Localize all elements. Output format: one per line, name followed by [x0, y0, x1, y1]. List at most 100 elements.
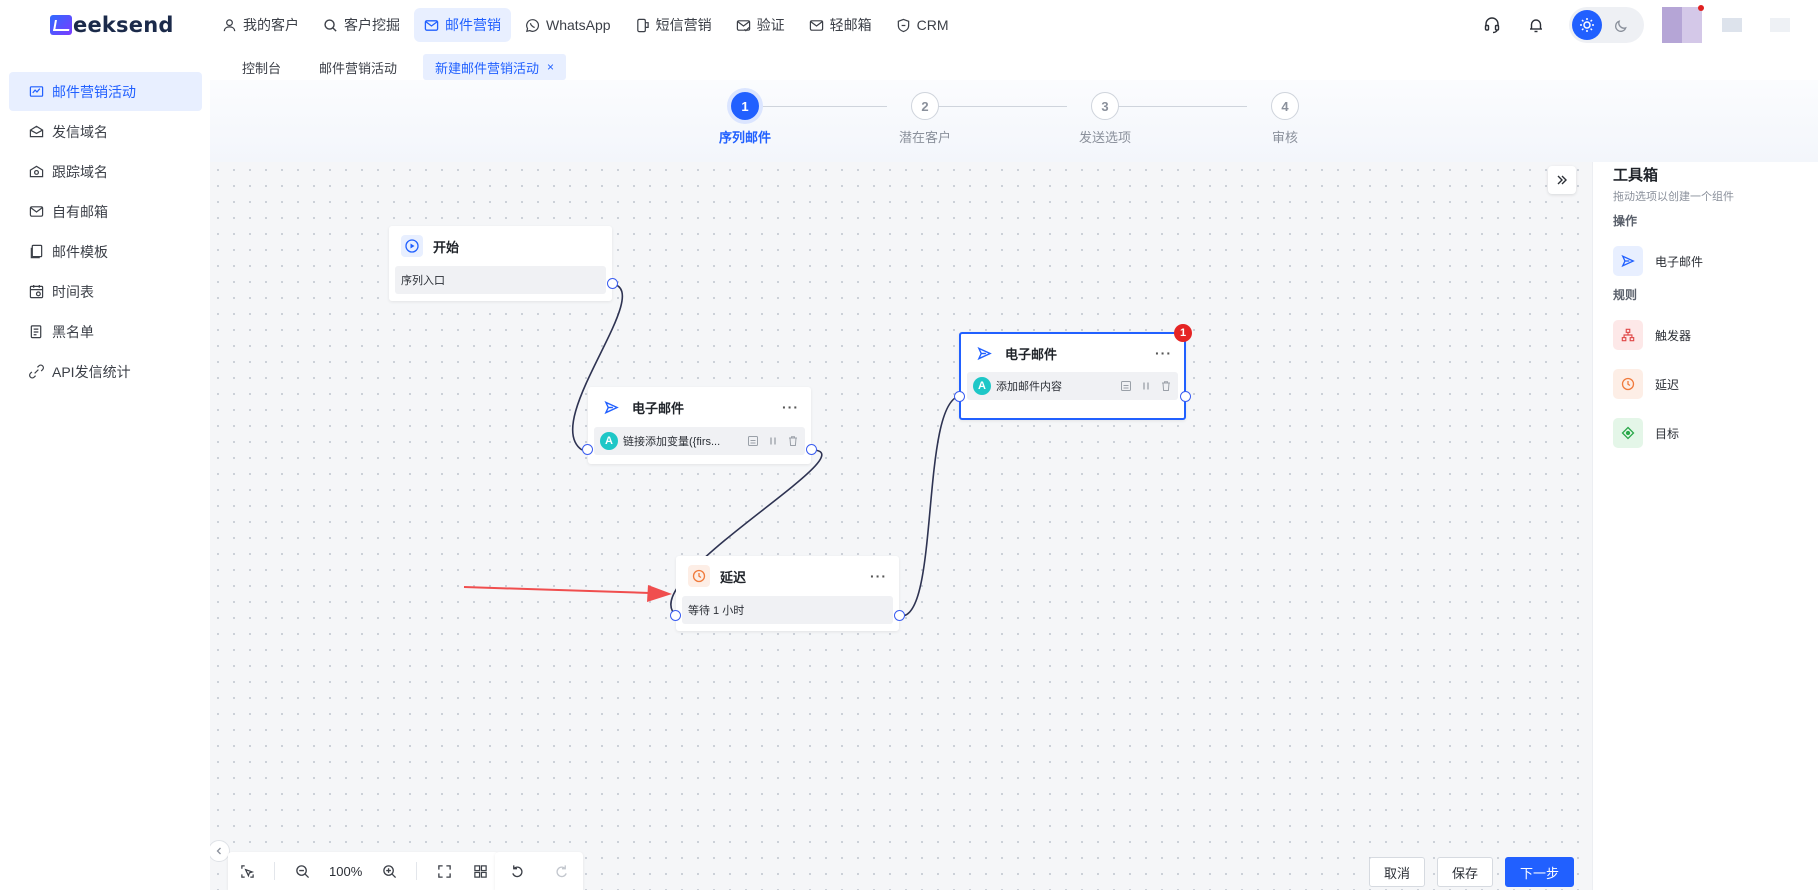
sidebar-item-email-campaigns[interactable]: 邮件营销活动 — [9, 72, 202, 111]
sun-icon[interactable] — [1572, 10, 1602, 40]
delete-icon[interactable] — [787, 435, 799, 447]
toolbox-item-trigger[interactable]: 触发器 — [1613, 320, 1691, 350]
send-icon — [1613, 246, 1643, 276]
output-port[interactable] — [1180, 391, 1191, 402]
tab-label: 邮件营销活动 — [319, 60, 398, 76]
step-label: 发送选项 — [1078, 130, 1131, 145]
zoom-in-icon[interactable] — [380, 862, 398, 880]
trigger-icon — [1613, 320, 1643, 350]
flow-canvas[interactable]: 开始 序列入口 电子邮件 ··· A 链接添加变量({firs... 延迟 ··… — [210, 162, 1592, 890]
next-step-button[interactable]: 下一步 — [1504, 857, 1574, 887]
nav-label: WhatsApp — [546, 17, 611, 33]
nav-item-verification[interactable]: 验证 — [726, 8, 795, 42]
step-number: 3 — [1091, 92, 1119, 120]
flow-node-start[interactable]: 开始 序列入口 — [389, 226, 618, 301]
output-port[interactable] — [607, 278, 618, 289]
node-title: 电子邮件 — [632, 400, 685, 416]
nav-item-my-customers[interactable]: 我的客户 — [212, 8, 309, 42]
step-review[interactable]: 4 审核 — [1240, 92, 1330, 146]
input-port[interactable] — [582, 444, 593, 455]
node-body-text: 添加邮件内容 — [996, 381, 1062, 393]
close-icon[interactable]: × — [547, 60, 554, 74]
undo-icon[interactable] — [508, 862, 526, 880]
moon-icon[interactable] — [1606, 10, 1636, 40]
sidebar-item-schedule[interactable]: 时间表 — [9, 272, 202, 311]
step-label: 序列邮件 — [718, 130, 771, 145]
nav-label: 邮件营销 — [445, 17, 501, 33]
nav-label: 短信营销 — [655, 17, 712, 33]
redo-icon[interactable] — [552, 862, 570, 880]
sidebar-item-own-mailbox[interactable]: 自有邮箱 — [9, 192, 202, 231]
node-body-text: 序列入口 — [401, 275, 445, 287]
save-button[interactable]: 保存 — [1436, 857, 1493, 887]
top-navigation-bar: eeksend 我的客户 客户挖掘 邮件营销 WhatsApp 短信营销 验证 — [0, 0, 1818, 50]
chevron-left-icon — [216, 847, 221, 855]
fit-screen-icon[interactable] — [435, 862, 453, 880]
sending-domain-icon — [29, 125, 44, 138]
nav-label: 客户挖掘 — [344, 17, 400, 33]
sidebar-item-api-stats[interactable]: API发信统计 — [9, 352, 202, 391]
preview-icon[interactable] — [747, 435, 759, 447]
input-port[interactable] — [670, 610, 681, 621]
input-port[interactable] — [954, 391, 965, 402]
target-icon — [1613, 418, 1643, 448]
grid-layout-icon[interactable] — [471, 862, 489, 880]
avatar[interactable] — [1662, 5, 1704, 43]
toolbox-item-goal[interactable]: 目标 — [1613, 418, 1679, 448]
zoom-out-icon[interactable] — [293, 862, 311, 880]
clock-icon — [1613, 369, 1643, 399]
step-sequence-emails[interactable]: 1 序列邮件 — [700, 92, 790, 146]
nav-item-prospecting[interactable]: 客户挖掘 — [313, 8, 410, 42]
nav-item-whatsapp[interactable]: WhatsApp — [515, 8, 621, 42]
crm-icon — [897, 18, 909, 32]
toolbox-group-operations: 操作 — [1613, 214, 1638, 228]
nav-item-light-mailbox[interactable]: 轻邮箱 — [799, 8, 882, 42]
sidebar-item-email-templates[interactable]: 邮件模板 — [9, 232, 202, 271]
play-icon — [401, 235, 423, 257]
search-icon — [324, 18, 337, 32]
history-toolbar — [495, 852, 583, 890]
whatsapp-icon — [526, 18, 540, 32]
tab-new-email-campaign[interactable]: 新建邮件营销活动 × — [423, 54, 567, 80]
step-label: 潜在客户 — [898, 130, 951, 145]
node-title: 电子邮件 — [1005, 346, 1058, 362]
theme-toggle[interactable] — [1569, 7, 1644, 43]
flow-node-delay[interactable]: 延迟 ··· 等待 1 小时 — [670, 556, 905, 631]
select-mode-icon[interactable] — [238, 862, 256, 880]
more-menu-icon[interactable]: ··· — [870, 568, 887, 584]
placeholder-block — [1722, 18, 1742, 32]
headset-icon[interactable] — [1481, 14, 1503, 36]
node-body-text: 等待 1 小时 — [688, 605, 745, 617]
tab-email-campaigns[interactable]: 邮件营销活动 — [307, 54, 409, 80]
toolbox-item-email[interactable]: 电子邮件 — [1613, 246, 1703, 276]
pause-icon[interactable] — [767, 435, 779, 447]
step-send-options[interactable]: 3 发送选项 — [1060, 92, 1150, 146]
nav-item-email-marketing[interactable]: 邮件营销 — [414, 8, 511, 42]
sidebar-item-label: 邮件营销活动 — [52, 83, 136, 100]
flow-node-email[interactable]: 电子邮件 ··· A 链接添加变量({firs... — [582, 387, 817, 464]
sidebar-item-sending-domain[interactable]: 发信域名 — [9, 112, 202, 151]
delete-icon[interactable] — [1160, 380, 1172, 392]
toolbox-item-label: 延迟 — [1655, 377, 1680, 392]
preview-icon[interactable] — [1120, 380, 1132, 392]
sidebar-item-blacklist[interactable]: 黑名单 — [9, 312, 202, 351]
nav-item-crm[interactable]: CRM — [886, 8, 959, 42]
pause-icon[interactable] — [1140, 380, 1152, 392]
more-menu-icon[interactable]: ··· — [782, 399, 799, 415]
cancel-button[interactable]: 取消 — [1368, 857, 1425, 887]
toolbox-item-delay[interactable]: 延迟 — [1613, 369, 1679, 399]
nav-label: 验证 — [756, 17, 785, 33]
footer-actions: 取消 保存 下一步 — [1368, 857, 1574, 887]
more-menu-icon[interactable]: ··· — [1155, 345, 1172, 361]
own-mailbox-icon — [29, 206, 44, 217]
expand-toolbox-button[interactable] — [1548, 166, 1576, 194]
brand-logo[interactable]: eeksend — [50, 12, 174, 38]
tab-dashboard[interactable]: 控制台 — [230, 54, 293, 80]
sidebar-item-tracking-domain[interactable]: 跟踪域名 — [9, 152, 202, 191]
output-port[interactable] — [806, 444, 817, 455]
step-prospects[interactable]: 2 潜在客户 — [880, 92, 970, 146]
flow-node-email-selected[interactable]: 1 电子邮件 ··· A 添加邮件内容 — [954, 324, 1192, 420]
output-port[interactable] — [894, 610, 905, 621]
bell-icon[interactable] — [1525, 14, 1547, 36]
nav-item-sms-marketing[interactable]: 短信营销 — [625, 8, 722, 42]
